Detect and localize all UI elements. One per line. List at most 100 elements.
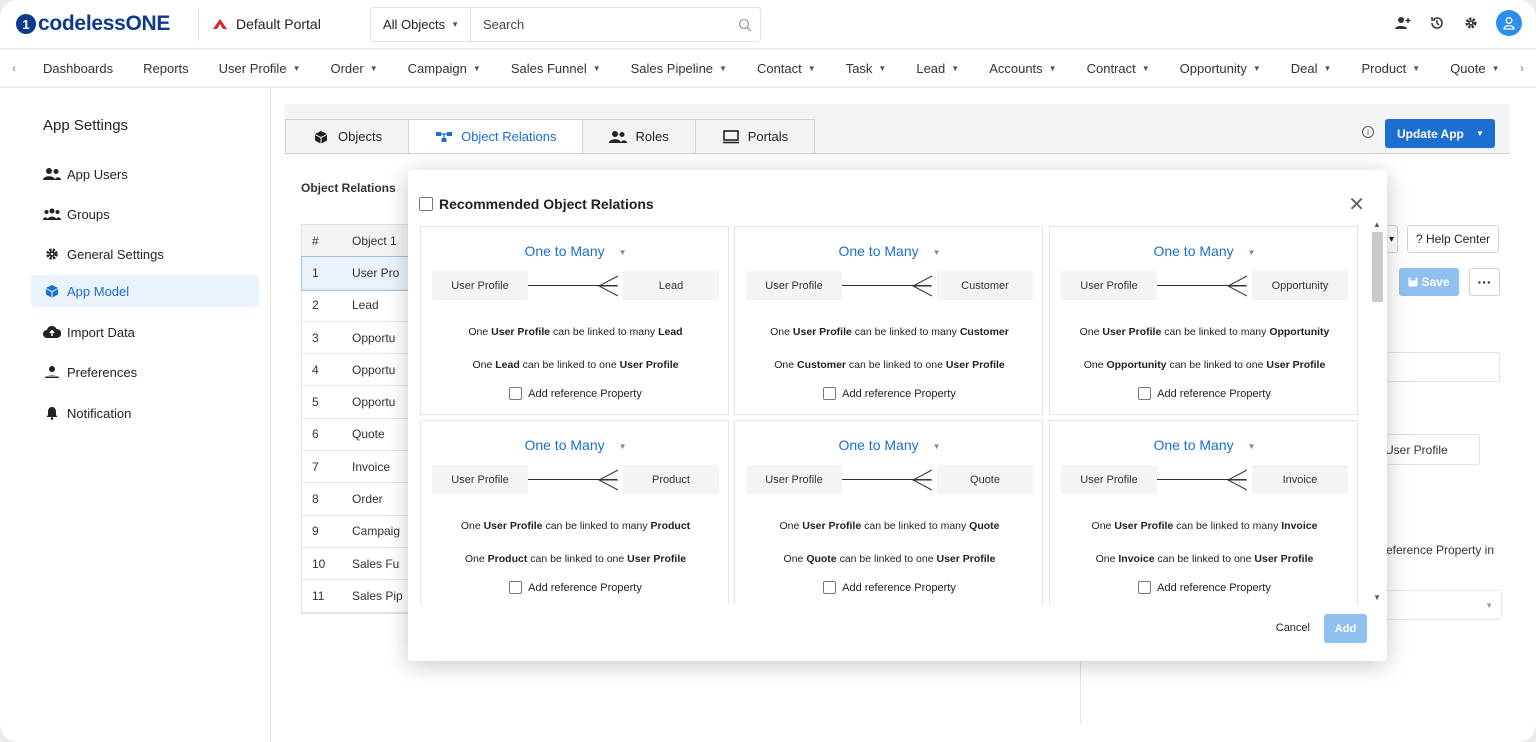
nav-item-contact[interactable]: Contact ▼ <box>742 61 831 76</box>
scroll-down-icon[interactable]: ▼ <box>1373 593 1381 602</box>
add-reference-row[interactable]: Add reference Property <box>421 387 730 400</box>
sidebar-item-import-data[interactable]: Import Data <box>31 316 259 348</box>
nav-item-sales-pipeline[interactable]: Sales Pipeline ▼ <box>616 61 742 76</box>
search-icon[interactable] <box>730 8 760 41</box>
more-options-button[interactable]: ··· <box>1469 268 1500 296</box>
add-reference-checkbox[interactable] <box>509 581 523 594</box>
relation-description: One User Profile can be linked to many P… <box>421 520 730 532</box>
scrollbar-thumb[interactable] <box>1372 232 1383 302</box>
search-input[interactable]: Search <box>471 17 730 32</box>
nav-scroll-right-icon[interactable]: › <box>1508 61 1536 75</box>
relation-type-select[interactable]: One to Many ▼ <box>1050 243 1359 259</box>
add-reference-checkbox[interactable] <box>1138 581 1152 594</box>
gear-icon[interactable] <box>1462 14 1480 32</box>
close-icon[interactable]: ✕ <box>1348 192 1365 217</box>
add-reference-row[interactable]: Add reference Property <box>735 581 1044 594</box>
info-icon[interactable]: i <box>1362 126 1374 138</box>
nav-item-campaign[interactable]: Campaign ▼ <box>393 61 496 76</box>
table-row[interactable]: 1 User Pro <box>301 256 421 291</box>
nav-item-opportunity[interactable]: Opportunity ▼ <box>1165 61 1276 76</box>
sidebar-item-preferences[interactable]: Preferences <box>31 356 259 388</box>
table-row[interactable]: 10 Sales Fu <box>302 548 420 581</box>
nav-item-contract[interactable]: Contract ▼ <box>1072 61 1165 76</box>
update-app-dropdown-icon[interactable]: ▼ <box>1465 119 1495 148</box>
add-button[interactable]: Add <box>1324 614 1367 643</box>
reference-select[interactable]: ▼ <box>1372 590 1502 620</box>
relation-type-select[interactable]: One to Many ▼ <box>1050 437 1359 453</box>
table-row[interactable]: 5 Opportu <box>302 386 420 419</box>
add-user-icon[interactable] <box>1394 14 1412 32</box>
nav-item-accounts[interactable]: Accounts ▼ <box>974 61 1071 76</box>
relation-type-label: One to Many <box>1153 437 1234 453</box>
nav-item-order[interactable]: Order ▼ <box>315 61 392 76</box>
add-reference-checkbox[interactable] <box>823 581 837 594</box>
nav-item-reports[interactable]: Reports <box>128 61 204 76</box>
avatar[interactable] <box>1496 10 1522 36</box>
logo-mark-icon: 1 <box>16 14 36 34</box>
tab-object-relations[interactable]: Object Relations <box>408 119 583 154</box>
nav-item-deal[interactable]: Deal ▼ <box>1276 61 1347 76</box>
tab-roles[interactable]: Roles <box>582 119 695 154</box>
nav-item-sales-funnel[interactable]: Sales Funnel ▼ <box>496 61 616 76</box>
portal-switcher[interactable]: Default Portal <box>212 16 321 32</box>
relation-type-select[interactable]: One to Many ▼ <box>421 243 730 259</box>
dropdown-icon[interactable]: ▾ <box>1386 225 1398 253</box>
description-part: can be linked to many <box>550 326 659 338</box>
nav-item-label: Product <box>1361 60 1407 76</box>
description-part: can be linked to many <box>851 326 960 338</box>
relation-type-select[interactable]: One to Many ▼ <box>421 437 730 453</box>
nav-item-lead[interactable]: Lead ▼ <box>901 61 974 76</box>
sidebar-item-notification[interactable]: Notification <box>31 397 259 429</box>
description-part: One <box>460 520 484 532</box>
tab-objects[interactable]: Objects <box>285 119 409 154</box>
tab-label: Object Relations <box>461 129 557 144</box>
detail-input[interactable] <box>1380 352 1500 382</box>
add-reference-checkbox[interactable] <box>1138 387 1152 400</box>
sidebar-item-app-users[interactable]: App Users <box>31 158 259 190</box>
cancel-button[interactable]: Cancel <box>1276 622 1310 634</box>
sidebar-item-general-settings[interactable]: General Settings <box>31 238 259 270</box>
table-row[interactable]: 4 Opportu <box>302 354 420 387</box>
sidebar-item-groups[interactable]: Groups <box>31 198 259 230</box>
add-reference-row[interactable]: Add reference Property <box>735 387 1044 400</box>
relation-description: One Customer can be linked to one User P… <box>735 359 1044 371</box>
nav-item-task[interactable]: Task ▼ <box>831 61 902 76</box>
table-row[interactable]: 9 Campaig <box>302 516 420 548</box>
add-reference-row[interactable]: Add reference Property <box>1050 581 1359 594</box>
table-row[interactable]: 8 Order <box>302 483 420 516</box>
description-part: can be linked to one <box>527 553 628 565</box>
scroll-up-icon[interactable]: ▲ <box>1373 220 1381 229</box>
add-reference-row[interactable]: Add reference Property <box>1050 387 1359 400</box>
logo-text: codelessONE <box>38 12 171 35</box>
history-icon[interactable] <box>1428 14 1446 32</box>
users-icon <box>43 166 61 182</box>
nav-scroll-left-icon[interactable]: ‹ <box>0 61 28 75</box>
nav-item-user-profile[interactable]: User Profile ▼ <box>204 61 316 76</box>
app-logo[interactable]: 1 codelessONE <box>16 12 170 36</box>
nav-item-label: Task <box>845 60 873 76</box>
nav-item-quote[interactable]: Quote ▼ <box>1435 61 1508 76</box>
search-scope-select[interactable]: All Objects ▼ <box>371 8 471 41</box>
modal-scrollbar[interactable]: ▲ ▼ <box>1370 218 1385 604</box>
save-button[interactable]: Save <box>1399 268 1459 296</box>
add-reference-checkbox[interactable] <box>823 387 837 400</box>
relation-type-select[interactable]: One to Many ▼ <box>735 243 1044 259</box>
description-part: Invoice <box>1281 520 1318 532</box>
nav-item-label: Lead <box>916 60 946 76</box>
table-row[interactable]: 3 Opportu <box>302 322 420 355</box>
add-reference-row[interactable]: Add reference Property <box>421 581 730 594</box>
table-row[interactable]: 11 Sales Pip <box>302 580 420 613</box>
sidebar-item-app-model[interactable]: App Model <box>31 275 259 307</box>
table-row[interactable]: 7 Invoice <box>302 451 420 484</box>
help-center-button[interactable]: ? Help Center <box>1407 225 1499 253</box>
nav-item-dashboards[interactable]: Dashboards <box>28 61 128 76</box>
tab-portals[interactable]: Portals <box>694 119 816 154</box>
nav-item-product[interactable]: Product ▼ <box>1346 61 1435 76</box>
relation-type-select[interactable]: One to Many ▼ <box>735 437 1044 453</box>
table-row[interactable]: 2 Lead <box>302 290 420 322</box>
add-reference-checkbox[interactable] <box>509 387 523 400</box>
table-row[interactable]: 6 Quote <box>302 419 420 452</box>
select-all-checkbox[interactable] <box>419 197 433 211</box>
update-app-button[interactable]: Update App ▼ <box>1385 119 1495 148</box>
relation-card: One to Many ▼ User Profile Lead One User Pro… <box>420 226 729 415</box>
